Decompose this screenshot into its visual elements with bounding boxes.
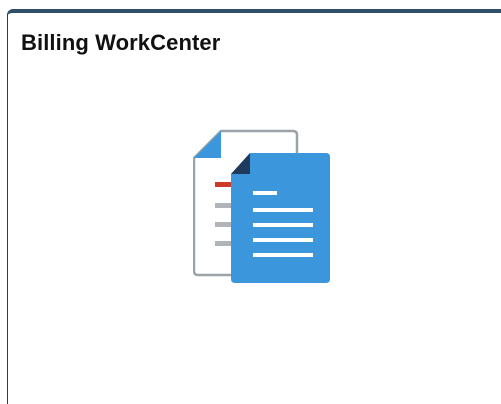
billing-workcenter-tile[interactable]: Billing WorkCenter [7,9,501,404]
front-document-icon [231,153,330,283]
documents-icon [192,121,333,289]
tile-title: Billing WorkCenter [21,30,221,55]
